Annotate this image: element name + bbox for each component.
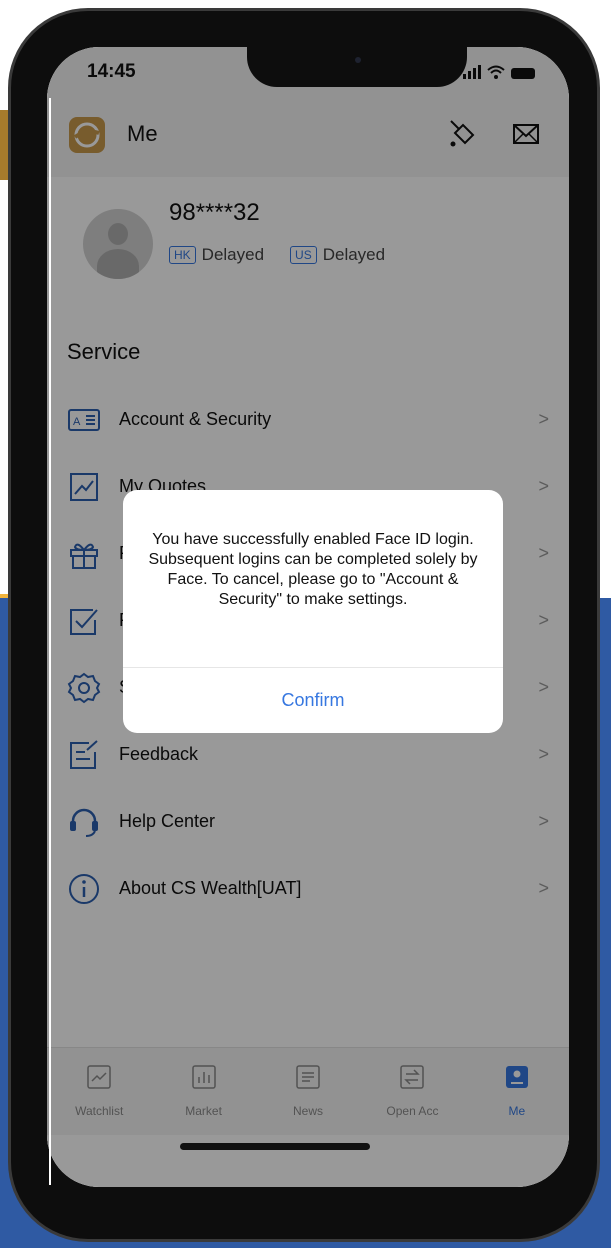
camera-dot <box>355 57 361 63</box>
confirm-button[interactable]: Confirm <box>123 668 503 733</box>
dialog-message: You have successfully enabled Face ID lo… <box>148 531 478 608</box>
face-id-dialog: You have successfully enabled Face ID lo… <box>123 490 503 733</box>
overlay-edge <box>49 98 51 1185</box>
camera-notch <box>247 47 467 87</box>
home-indicator[interactable] <box>180 1143 370 1150</box>
